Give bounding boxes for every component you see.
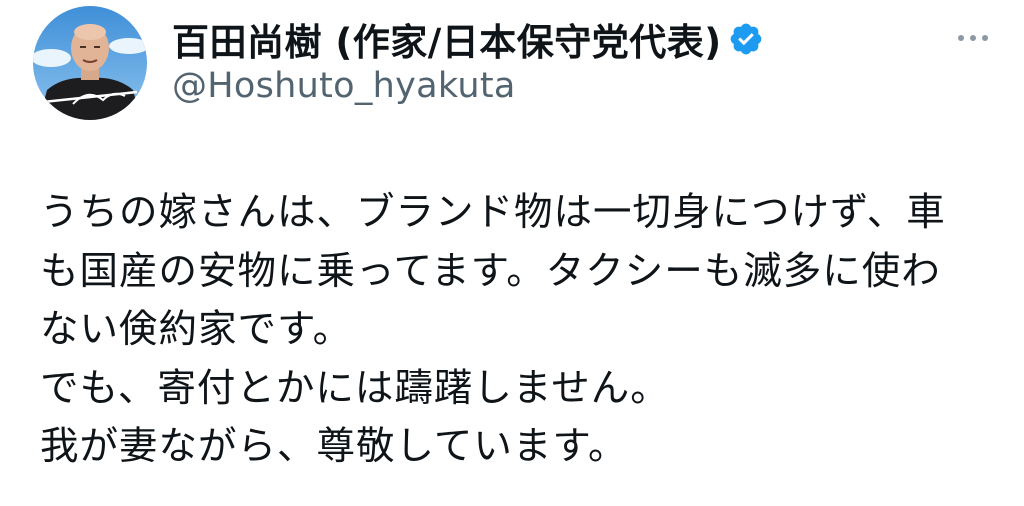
- tweet-text: うちの嫁さんは、ブランド物は一切身につけず、車 も国産の安物に乗ってます。タクシ…: [40, 184, 1000, 477]
- verified-badge-icon[interactable]: [728, 21, 764, 57]
- tweet-card: 百田尚樹 (作家/日本保守党代表) @Hoshuto_hyakuta うちの嫁さ…: [0, 0, 1024, 506]
- tweet-text-line: うちの嫁さんは、ブランド物は一切身につけず、車: [40, 190, 946, 235]
- more-dot: [958, 35, 964, 41]
- more-dot: [982, 35, 988, 41]
- avatar-image: [33, 6, 147, 120]
- more-dot: [970, 35, 976, 41]
- author-display-name[interactable]: 百田尚樹 (作家/日本保守党代表): [172, 12, 722, 66]
- tweet-text-line: 我が妻ながら、尊敬しています。: [40, 424, 628, 469]
- more-options-icon[interactable]: [952, 24, 994, 52]
- tweet-text-line: も国産の安物に乗ってます。タクシーも滅多に使わ: [40, 248, 941, 294]
- author-avatar[interactable]: [33, 6, 147, 120]
- tweet-text-line: ない倹約家です。: [40, 307, 353, 352]
- author-name-row: 百田尚樹 (作家/日本保守党代表): [172, 14, 764, 64]
- author-handle[interactable]: @Hoshuto_hyakuta: [172, 66, 516, 106]
- tweet-text-line: でも、寄付とかには躊躇しません。: [40, 365, 670, 411]
